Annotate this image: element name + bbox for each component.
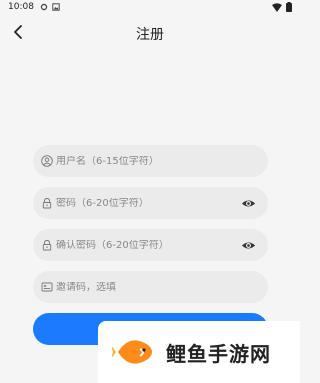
settings-gear-icon <box>40 3 48 11</box>
username-field[interactable] <box>33 145 268 177</box>
fish-logo-icon <box>112 340 152 364</box>
invite-code-input[interactable] <box>56 281 256 293</box>
lock-icon <box>42 240 52 251</box>
watermark-text: 鲤鱼手游网 <box>166 341 271 366</box>
code-icon <box>41 282 53 292</box>
invite-code-field[interactable] <box>33 271 268 303</box>
confirm-password-field[interactable] <box>33 229 268 261</box>
status-right-icons <box>272 2 292 12</box>
eye-icon[interactable] <box>241 196 256 211</box>
page-title: 注册 <box>136 27 164 43</box>
battery-icon <box>286 2 292 12</box>
nav-bar: 注册 <box>0 18 300 46</box>
status-bar: 10:08 <box>0 0 300 14</box>
status-time: 10:08 <box>8 2 34 12</box>
wifi-icon <box>272 2 282 12</box>
password-field[interactable] <box>33 187 268 219</box>
watermark-logo: 鲤鱼手游网 <box>98 321 300 383</box>
lock-icon <box>42 198 52 209</box>
user-icon <box>41 155 53 167</box>
username-input[interactable] <box>56 155 256 167</box>
eye-icon[interactable] <box>241 238 256 253</box>
confirm-password-input[interactable] <box>56 239 241 251</box>
image-notification-icon <box>52 3 60 11</box>
password-input[interactable] <box>56 197 241 209</box>
